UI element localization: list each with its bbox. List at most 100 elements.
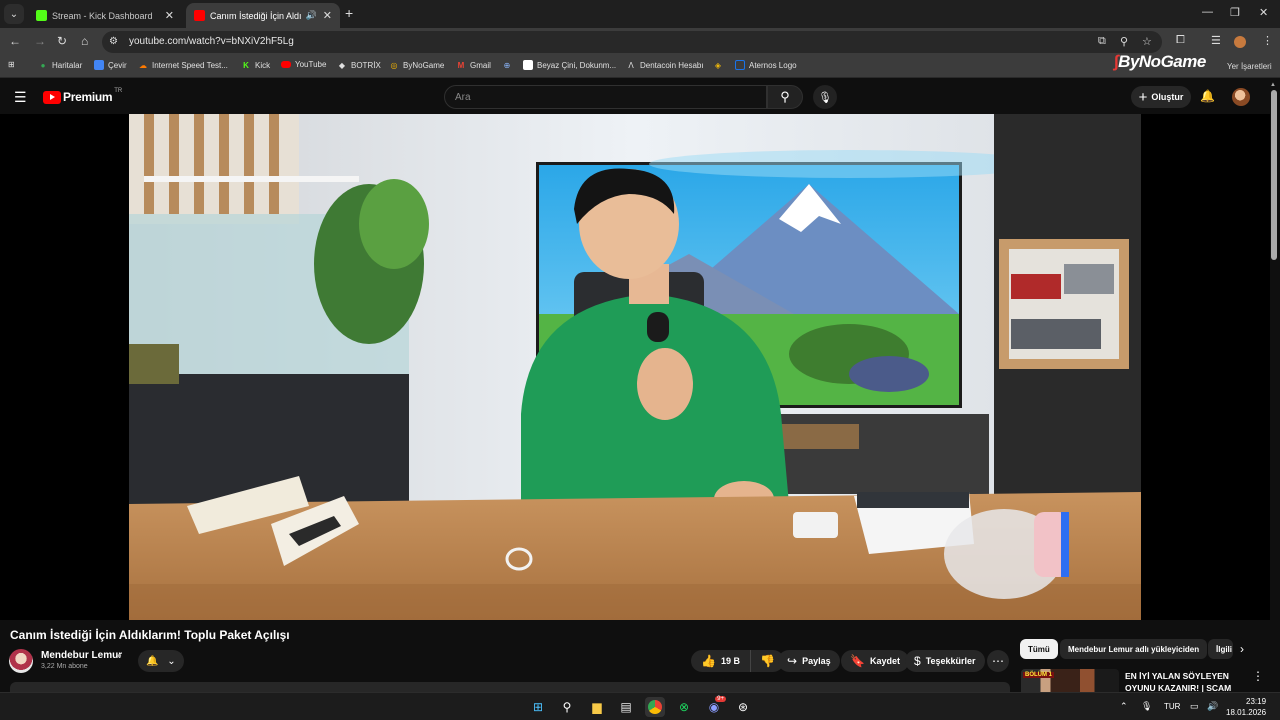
bookmark-gmail[interactable]: M Gmail <box>456 60 491 70</box>
bookmark-dentacoin[interactable]: Λ Dentacoin Hesabı <box>626 60 703 70</box>
extensions-icon[interactable]: ⧠ <box>1176 34 1185 47</box>
search-input[interactable]: Ara <box>455 92 471 103</box>
video-frame[interactable] <box>129 114 1141 620</box>
windows-start-icon[interactable]: ⊞ <box>528 697 548 717</box>
page-scrollbar-thumb[interactable] <box>1271 90 1277 260</box>
profile-avatar-icon[interactable] <box>1234 36 1246 48</box>
youtube-icon <box>281 61 291 68</box>
bookmark-cevir[interactable]: Çevir <box>94 60 127 70</box>
volume-icon[interactable]: 🔊 <box>1207 701 1218 712</box>
search-box[interactable]: Ara <box>444 85 767 109</box>
bookmark-binance[interactable]: ◈ <box>713 60 727 70</box>
save-button[interactable]: 🔖 Kaydet <box>841 650 909 672</box>
bookmark-label: YouTube <box>295 60 327 69</box>
bookmark-speedtest[interactable]: ☁ Internet Speed Test... <box>138 60 228 70</box>
country-code: TR <box>114 88 123 94</box>
bynogame-logo-text: ByNoGame <box>1118 52 1206 71</box>
botrix-icon: ◆ <box>338 60 346 70</box>
xbox-icon[interactable]: ⊗ <box>674 697 694 717</box>
chip-all[interactable]: Tümü <box>1020 639 1058 659</box>
like-dislike-group: 👍 19 B 👎 <box>691 650 784 672</box>
apps-grid-icon[interactable]: ⊞ <box>8 60 15 69</box>
chevron-right-icon[interactable]: › <box>1240 642 1244 656</box>
bookmark-globe[interactable]: ⊕ <box>502 60 516 70</box>
thumbs-down-icon: 👎 <box>759 654 775 668</box>
address-bar[interactable]: ⚙ youtube.com/watch?v=bNXiV2hF5Lg ⧉ ⚲ ☆ <box>102 31 1162 53</box>
more-dots-icon: ⋯ <box>992 654 1004 668</box>
forward-icon[interactable]: → <box>34 34 46 48</box>
back-icon[interactable]: ← <box>9 34 21 48</box>
hamburger-menu-icon[interactable]: ☰ <box>14 89 27 106</box>
language-indicator[interactable]: TUR <box>1164 702 1180 711</box>
chrome-icon[interactable] <box>645 697 665 717</box>
tab-youtube-video[interactable]: Canım İstediği İçin Aldıklarım 🔊 ✕ <box>186 3 340 28</box>
thanks-button[interactable]: $ Teşekkürler <box>905 650 985 672</box>
bookmark-haritalar[interactable]: ● Haritalar <box>38 60 83 70</box>
like-button[interactable]: 👍 19 B <box>691 650 751 672</box>
speedtest-icon: ☁ <box>139 60 147 70</box>
bookmark-botrix[interactable]: ◆ BOTRİX <box>337 60 381 70</box>
system-clock[interactable]: 23:19 18.01.2026 <box>1226 696 1266 718</box>
bookmark-star-icon[interactable]: ☆ <box>1142 35 1152 48</box>
recommended-more-icon[interactable]: ⋮ <box>1252 669 1264 683</box>
tray-overflow-icon[interactable]: ⌃ <box>1120 701 1128 712</box>
channel-name[interactable]: Mendebur Lemur <box>41 650 122 661</box>
chip-from-uploader[interactable]: Mendebur Lemur adlı yükleyiciden <box>1060 639 1208 659</box>
discord-icon[interactable]: ◉ 9+ <box>704 696 726 717</box>
bookmark-bynogame[interactable]: ◎ ByNoGame <box>389 60 445 70</box>
home-icon[interactable]: ⌂ <box>81 34 88 48</box>
bookmark-kick[interactable]: K Kick <box>241 60 270 70</box>
steam-icon[interactable]: ⊛ <box>733 697 753 717</box>
maximize-icon[interactable]: ❐ <box>1230 6 1240 19</box>
save-label: Kaydet <box>869 656 900 666</box>
tab-search-icon[interactable]: ⌄ <box>4 4 24 24</box>
bookmark-aternos[interactable]: Aternos Logo <box>735 60 797 70</box>
bookmark-label: BOTRİX <box>351 60 381 70</box>
description-box[interactable] <box>10 682 1010 692</box>
notifications-bell-icon[interactable]: 🔔 <box>1200 89 1215 103</box>
store-icon[interactable]: ▤ <box>616 697 636 717</box>
chip-related[interactable]: İlgili <box>1208 639 1233 659</box>
close-tab-icon[interactable]: ✕ <box>323 9 332 22</box>
install-app-icon[interactable]: ⧉ <box>1098 35 1106 48</box>
url-text[interactable]: youtube.com/watch?v=bNXiV2hF5Lg <box>129 36 294 47</box>
network-icon[interactable]: ▭ <box>1190 701 1199 712</box>
bookmark-beyaz-cini[interactable]: Beyaz Çini, Dokunm... <box>523 60 616 70</box>
share-button[interactable]: ↪ Paylaş <box>778 650 840 672</box>
zoom-icon[interactable]: ⚲ <box>1120 35 1128 48</box>
tab-label: Canım İstediği İçin Aldıklarım <box>210 10 302 21</box>
bynogame-extension-logo[interactable]: ∫ByNoGame <box>1114 52 1206 72</box>
minimize-icon[interactable]: — <box>1202 6 1213 18</box>
site-info-icon[interactable]: ⚙ <box>109 36 118 47</box>
share-icon: ↪ <box>787 654 798 668</box>
file-explorer-icon[interactable]: ▆ <box>587 697 607 717</box>
reload-icon[interactable]: ↻ <box>57 34 67 48</box>
recommended-title[interactable]: EN İYİ YALAN SÖYLEYEN OYUNU KAZANIR! | S… <box>1125 670 1245 694</box>
tab-kick-dashboard[interactable]: Stream - Kick Dashboard ✕ <box>28 3 182 28</box>
close-window-icon[interactable]: ✕ <box>1259 6 1268 19</box>
close-tab-icon[interactable]: ✕ <box>165 9 174 22</box>
speaker-icon[interactable]: 🔊 <box>306 10 317 21</box>
youtube-premium-logo[interactable]: Premium TR <box>43 88 123 104</box>
channel-avatar[interactable] <box>9 649 33 673</box>
new-tab-icon[interactable]: + <box>345 5 353 21</box>
bookmark-label: Gmail <box>470 60 491 70</box>
subscribed-notifications-button[interactable]: 🔔 ⌄ <box>138 650 184 672</box>
scroll-up-arrow-icon[interactable]: ▲ <box>1270 82 1276 88</box>
chrome-menu-icon[interactable]: ⋮ <box>1262 34 1273 47</box>
more-actions-button[interactable]: ⋯ <box>987 650 1009 672</box>
bookmark-youtube[interactable]: YouTube <box>281 60 326 69</box>
other-bookmarks[interactable]: Yer İşaretleri <box>1227 62 1272 71</box>
search-icon[interactable]: ⚲ <box>557 697 577 717</box>
kick-icon: K <box>243 60 249 70</box>
logo-text: Premium <box>63 90 113 104</box>
user-avatar[interactable] <box>1232 88 1250 106</box>
bookmark-label: ByNoGame <box>403 60 445 70</box>
video-player[interactable]: ♙ <box>0 114 1270 713</box>
search-button[interactable]: ⚲ <box>767 85 803 109</box>
reading-list-icon[interactable]: ☰ <box>1211 34 1221 47</box>
voice-search-button[interactable]: 🎙 <box>813 85 837 109</box>
tray-mic-icon[interactable]: 🎙 <box>1141 701 1152 712</box>
bookmark-label: Haritalar <box>52 60 83 70</box>
create-button[interactable]: + Oluştur <box>1131 86 1191 108</box>
